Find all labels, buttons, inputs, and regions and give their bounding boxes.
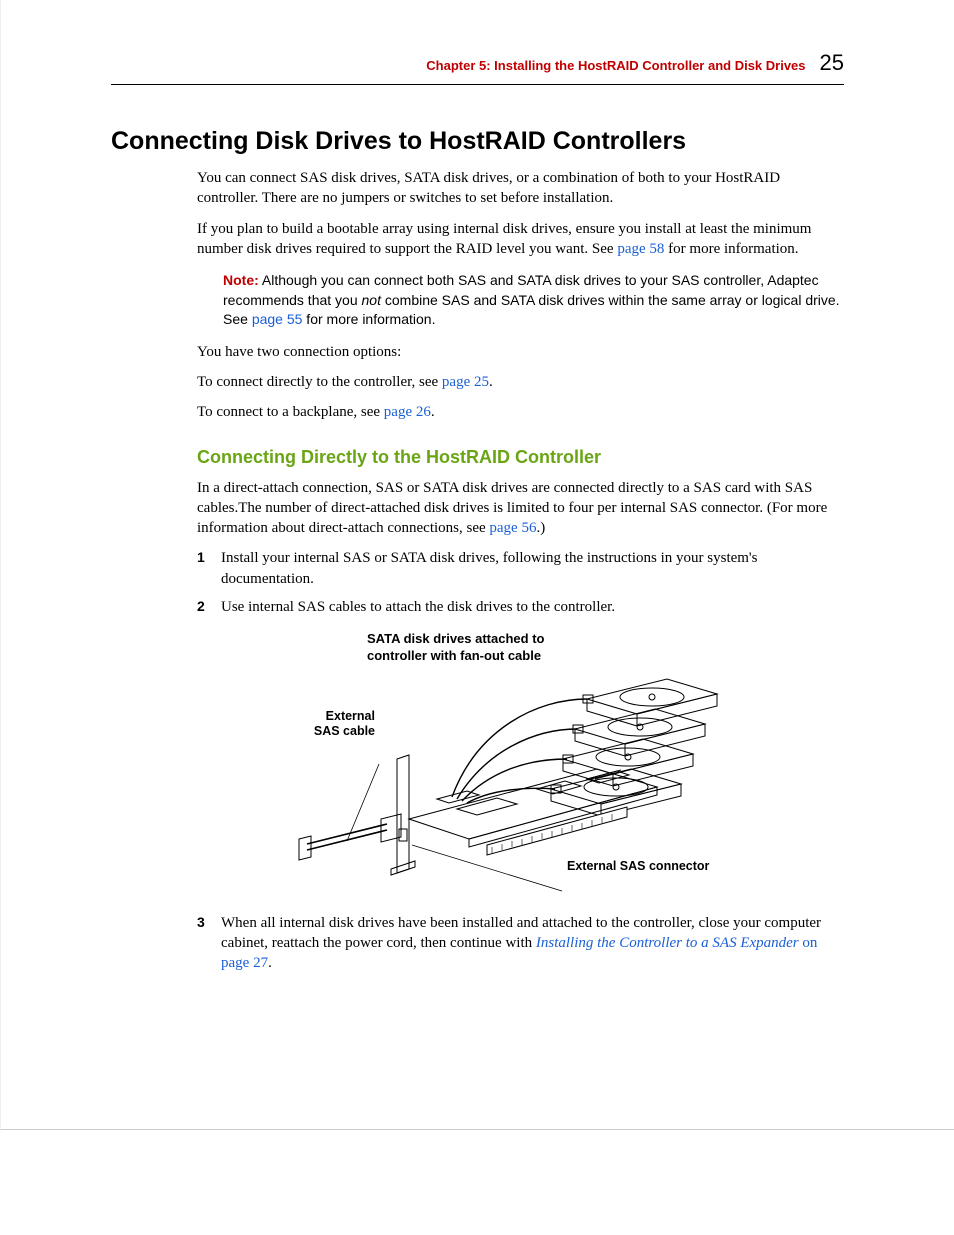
section-heading: Connecting Disk Drives to HostRAID Contr… [111,127,844,156]
text: To connect to a backplane, see [197,404,384,420]
step-text: Use internal SAS cables to attach the di… [221,597,615,617]
note-emphasis: not [362,292,381,308]
page-number: 25 [820,50,844,76]
text: SAS cable [314,724,375,738]
figure-label-external-cable: External SAS cable [305,709,375,739]
option-backplane: To connect to a backplane, see page 26. [197,402,844,422]
step-3: 3 When all internal disk drives have bee… [197,913,844,974]
link-page-25[interactable]: page 25 [442,374,489,390]
text: . [268,955,272,971]
text: External [326,709,375,723]
text: . [489,374,493,390]
page: Chapter 5: Installing the HostRAID Contr… [0,0,954,1130]
link-page-58[interactable]: page 58 [617,241,664,257]
step-number: 1 [197,548,211,589]
paragraph-options: You have two connection options: [197,342,844,362]
text: .) [536,520,545,536]
note-block: Note: Although you can connect both SAS … [223,271,844,330]
step-number: 2 [197,597,211,617]
figure-direct-attach: SATA disk drives attached to controller … [197,631,757,899]
paragraph-direct-attach: In a direct-attach connection, SAS or SA… [197,478,844,539]
note-text: for more information. [302,311,435,327]
link-page-55[interactable]: page 55 [252,311,303,327]
step-2: 2 Use internal SAS cables to attach the … [197,597,844,617]
option-direct: To connect directly to the controller, s… [197,372,844,392]
link-page-26[interactable]: page 26 [384,404,431,420]
text: SATA disk drives attached to [367,631,544,646]
link-installing-sas-expander[interactable]: Installing the Controller to a SAS Expan… [536,935,799,951]
text: controller with fan-out cable [367,648,541,663]
step-text: When all internal disk drives have been … [221,913,844,974]
page-header: Chapter 5: Installing the HostRAID Contr… [111,50,844,76]
steps-list-continued: 3 When all internal disk drives have bee… [197,913,844,974]
steps-list: 1 Install your internal SAS or SATA disk… [197,548,844,617]
paragraph-bootable: If you plan to build a bootable array us… [197,219,844,260]
note-label: Note: [223,272,259,288]
header-divider [111,84,844,85]
chapter-label: Chapter 5: Installing the HostRAID Contr… [426,58,805,73]
figure-label-external-connector: External SAS connector [567,859,709,873]
text: . [431,404,435,420]
step-1: 1 Install your internal SAS or SATA disk… [197,548,844,589]
subsection-heading: Connecting Directly to the HostRAID Cont… [197,447,844,468]
step-text: Install your internal SAS or SATA disk d… [221,548,844,589]
text: To connect directly to the controller, s… [197,374,442,390]
paragraph-intro: You can connect SAS disk drives, SATA di… [197,168,844,209]
step-number: 3 [197,913,211,974]
link-page-56[interactable]: page 56 [489,520,536,536]
text: for more information. [664,241,798,257]
figure-caption: SATA disk drives attached to controller … [367,631,757,665]
